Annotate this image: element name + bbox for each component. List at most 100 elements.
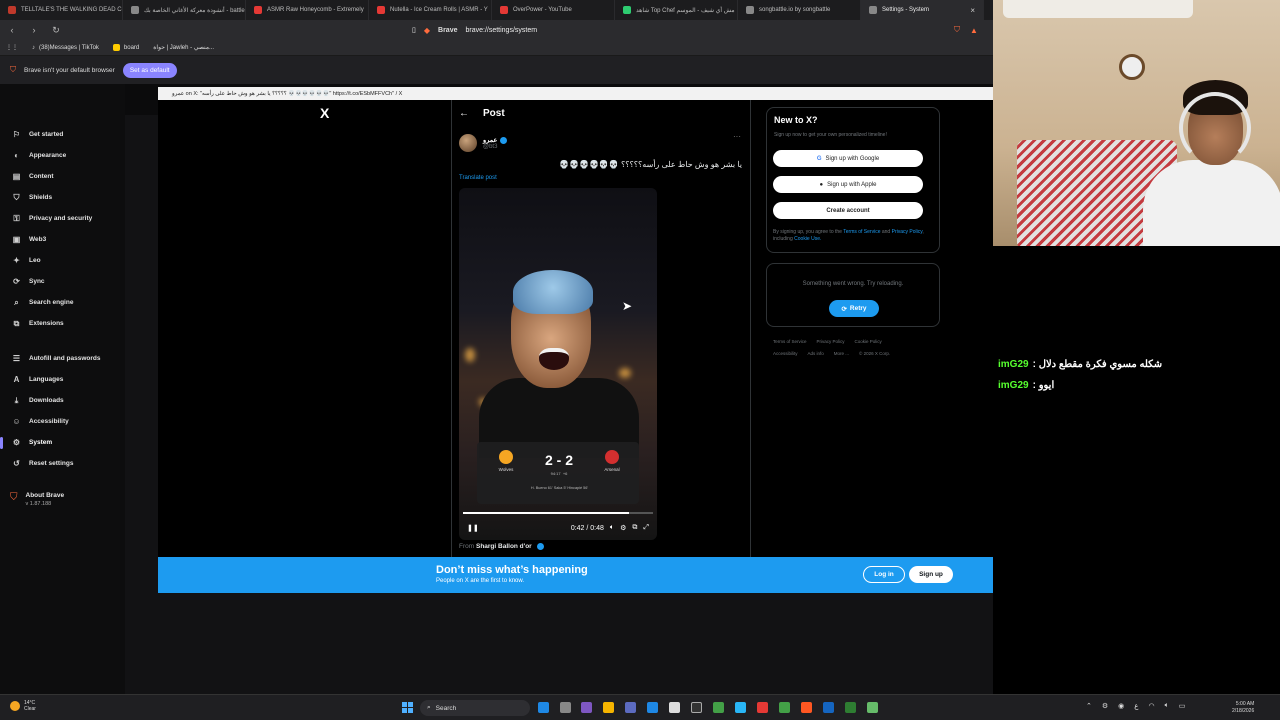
retry-button[interactable]: ⟳ Retry [829, 300, 879, 317]
sidebar-item-system[interactable]: ⚙ System [12, 438, 52, 447]
reload-icon[interactable]: ↻ [50, 25, 62, 36]
sidebar-item-appearance[interactable]: ◐ Appearance [12, 151, 66, 160]
sidebar-item-leo[interactable]: ✦ Leo [12, 256, 40, 265]
browser-tab[interactable]: شاهد Top Chef مش أي شيف - الموسم [615, 0, 738, 20]
footer-link[interactable]: Cookie Policy [855, 339, 882, 344]
app-icon[interactable] [867, 702, 878, 713]
pause-icon[interactable]: ❚❚ [467, 524, 479, 532]
discord-icon[interactable] [625, 702, 636, 713]
login-button[interactable]: Log in [863, 566, 905, 583]
bookmark-jawleh[interactable]: حواة | Jawleh - منصي... [153, 44, 214, 51]
weather-widget[interactable]: 14°C Clear [10, 700, 36, 712]
browser-tab[interactable]: OverPower - YouTube [492, 0, 615, 20]
privacy-link[interactable]: Privacy Policy [892, 229, 923, 235]
settings-tray-icon[interactable]: ⚙ [1102, 702, 1108, 710]
wifi-icon[interactable]: ◠ [1148, 702, 1154, 710]
sidebar-item-search-engine[interactable]: ⌕ Search engine [12, 298, 73, 307]
bookmark-icon[interactable]: ▯ [412, 26, 416, 34]
camera-icon[interactable] [691, 702, 702, 713]
author-handle[interactable]: @bt3 [483, 144, 507, 150]
footer-link[interactable]: Terms of Service [773, 339, 807, 344]
video-player[interactable]: Wolves 2 - 2 94:17 +6 Arsenal H. Bueno 6… [459, 188, 657, 540]
url-field[interactable]: ▯ ◆ Brave brave://settings/system [412, 23, 932, 37]
post-author[interactable]: عمرو @bt3 [459, 134, 508, 152]
copilot-icon[interactable] [581, 702, 592, 713]
telegram-icon[interactable] [735, 702, 746, 713]
video-progress[interactable] [463, 512, 653, 514]
avatar[interactable] [459, 134, 477, 152]
forward-icon[interactable]: › [28, 25, 40, 35]
set-as-default-button[interactable]: Set as default [122, 62, 177, 78]
start-icon[interactable] [402, 702, 413, 713]
more-icon[interactable]: ··· [733, 132, 741, 141]
url-text[interactable]: brave://settings/system [465, 27, 537, 34]
sidebar-item-reset-settings[interactable]: ↺ Reset settings [12, 459, 73, 468]
chevron-up-icon[interactable]: ⌃ [1086, 702, 1092, 710]
fullscreen-icon[interactable]: ⤢ [643, 524, 649, 532]
close-tab-icon[interactable]: × [970, 6, 975, 15]
apple-signup-button[interactable]: ● Sign up with Apple [773, 176, 923, 193]
language-tray-icon[interactable]: ع [1134, 702, 1138, 710]
apps-icon[interactable]: ⋮⋮ [6, 44, 18, 51]
xbox-icon[interactable] [713, 702, 724, 713]
video-source[interactable]: From Shargi Ballon d'or [459, 543, 544, 550]
sidebar-item-shields[interactable]: ⛉ Shields [12, 193, 53, 202]
terms-link[interactable]: Terms of Service [843, 229, 880, 235]
pip-icon[interactable]: ⧉ [632, 524, 637, 532]
volume-tray-icon[interactable]: 🔈︎ [1165, 702, 1169, 710]
author-name[interactable]: عمرو [483, 136, 508, 144]
audio-tray-icon[interactable]: ◉ [1118, 702, 1124, 710]
bookmark-board[interactable]: board [112, 44, 139, 51]
verified-badge-icon [500, 136, 508, 144]
bookmark-tiktok[interactable]: ♪ (38)Messages | TikTok [32, 45, 99, 51]
chrome-icon[interactable] [757, 702, 768, 713]
sidebar-item-label: Search engine [29, 299, 74, 306]
edge-icon[interactable] [538, 702, 549, 713]
footer-link[interactable]: Accessibility [773, 351, 798, 356]
sidebar-item-autofill-and-passwords[interactable]: ☰ Autofill and passwords [12, 354, 101, 363]
footer-link[interactable]: Privacy Policy [817, 339, 845, 344]
taskbar-search[interactable]: ⌕ Search [420, 700, 530, 716]
browser-tab[interactable]: songbattle.io by songbattle [738, 0, 861, 20]
rewards-icon[interactable]: ▲ [970, 26, 978, 35]
google-signup-button[interactable]: G Sign up with Google [773, 150, 923, 167]
sidebar-item-privacy-and-security[interactable]: ⚿ Privacy and security [12, 214, 92, 223]
footer-link[interactable]: More ... [834, 351, 849, 356]
signup-button[interactable]: Sign up [909, 566, 953, 583]
browser-tab[interactable]: Nutella - Ice Cream Rolls | ASMR - Y [369, 0, 492, 20]
create-account-button[interactable]: Create account [773, 202, 923, 219]
mail-icon[interactable] [560, 702, 571, 713]
about-brave[interactable]: ⛉ About Brave v 1.87.188 [10, 492, 64, 507]
sidebar-item-web3[interactable]: ▣ Web3 [12, 235, 47, 244]
sidebar-item-get-started[interactable]: ⚐ Get started [12, 130, 63, 139]
footer-link[interactable]: © 2026 X Corp. [859, 351, 890, 356]
sidebar-item-accessibility[interactable]: ☺ Accessibility [12, 417, 68, 426]
file-explorer-icon[interactable] [603, 702, 614, 713]
browser-tab[interactable]: ASMR Raw Honeycomb - Extremely [246, 0, 369, 20]
volume-icon[interactable]: 🔈︎ [610, 524, 614, 532]
notepad-icon[interactable] [647, 702, 658, 713]
sidebar-item-content[interactable]: ▤ Content [12, 172, 54, 181]
chrome-alt-icon[interactable] [779, 702, 790, 713]
browser-tab[interactable]: TELLTALE'S THE WALKING DEAD Co [0, 0, 123, 20]
sidebar-item-extensions[interactable]: ⧉ Extensions [12, 319, 64, 328]
steam-icon[interactable] [823, 702, 834, 713]
sidebar-item-sync[interactable]: ⟳ Sync [12, 277, 44, 286]
minecraft-icon[interactable] [845, 702, 856, 713]
translate-post-link[interactable]: Translate post [459, 175, 497, 181]
back-icon[interactable]: ‹ [6, 25, 18, 35]
sidebar-item-downloads[interactable]: ⤓ Downloads [12, 396, 64, 405]
clock[interactable]: 5:00 AM 2/18/2026 [1232, 701, 1254, 715]
settings-icon[interactable]: ⚙ [620, 524, 626, 532]
network-icon[interactable]: ▭ [1179, 702, 1186, 710]
sidebar-item-languages[interactable]: A Languages [12, 375, 64, 384]
app-icon[interactable] [669, 702, 680, 713]
back-arrow-icon[interactable]: ← [459, 108, 469, 119]
shields-icon[interactable]: ⛉ [954, 25, 960, 35]
browser-tab[interactable]: أنشودة معركة الأغاني الخاصة بك - battle [123, 0, 246, 20]
footer-link[interactable]: Ads info [808, 351, 824, 356]
x-logo[interactable]: X [320, 105, 329, 121]
brave-taskbar-icon[interactable] [801, 702, 812, 713]
browser-tab[interactable]: Settings - System × [861, 0, 984, 20]
cookie-link[interactable]: Cookie Use. [794, 236, 821, 242]
